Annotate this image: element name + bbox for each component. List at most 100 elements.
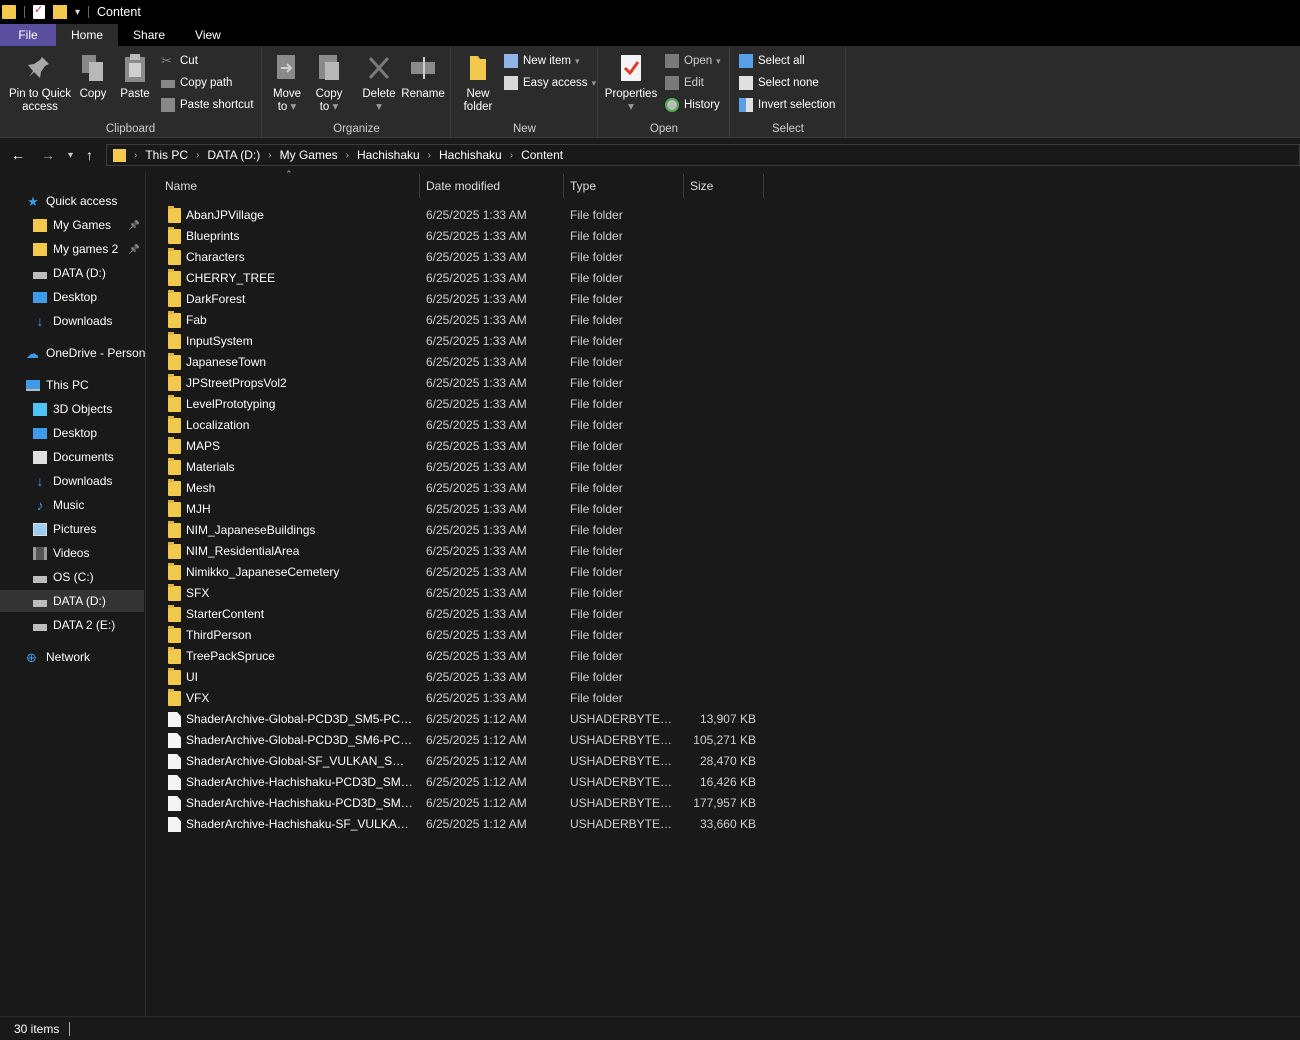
file-row[interactable]: ShaderArchive-Global-SF_VULKAN_SM5-... 6/… [165, 751, 765, 772]
delete-button[interactable]: Delete ▾ [361, 52, 397, 114]
breadcrumb-content[interactable]: Content [521, 148, 563, 162]
recent-locations-chevron-icon[interactable]: ▾ [68, 150, 73, 161]
cut-button[interactable]: ✂ Cut [161, 52, 198, 70]
breadcrumb-hachishaku[interactable]: Hachishaku [357, 148, 420, 162]
pin-to-quick-access-button[interactable]: Pin to Quick access [6, 52, 74, 114]
file-row[interactable]: SFX 6/25/2025 1:33 AM File folder [165, 583, 765, 604]
file-row[interactable]: UI 6/25/2025 1:33 AM File folder [165, 667, 765, 688]
sidebar-item-data-d[interactable]: DATA (D:) [0, 590, 144, 612]
chevron-right-icon[interactable]: › [346, 150, 349, 161]
file-row[interactable]: DarkForest 6/25/2025 1:33 AM File folder [165, 289, 765, 310]
chevron-right-icon[interactable]: › [510, 150, 513, 161]
file-row[interactable]: Localization 6/25/2025 1:33 AM File folder [165, 415, 765, 436]
sidebar-item-pictures[interactable]: Pictures [0, 518, 144, 540]
column-header-name[interactable]: Name ⌃ [165, 169, 417, 200]
move-to-button[interactable]: Move to ▾ [269, 52, 305, 114]
sidebar-item-downloads[interactable]: ↓ Downloads [0, 470, 144, 492]
edit-button[interactable]: Edit [665, 74, 704, 92]
file-row[interactable]: Materials 6/25/2025 1:33 AM File folder [165, 457, 765, 478]
file-row[interactable]: AbanJPVillage 6/25/2025 1:33 AM File folde… [165, 205, 765, 226]
sidebar-item-onedrive-personal[interactable]: ☁ OneDrive - Personal [0, 342, 145, 364]
tab-share[interactable]: Share [118, 24, 180, 46]
chevron-right-icon[interactable]: › [268, 150, 271, 161]
file-row[interactable]: MJH 6/25/2025 1:33 AM File folder [165, 499, 765, 520]
properties-button[interactable]: Properties ▾ [603, 52, 659, 114]
sidebar-item-music[interactable]: ♪ Music [0, 494, 144, 516]
file-row[interactable]: ShaderArchive-Global-PCD3D_SM6-PCD... 6/2… [165, 730, 765, 751]
file-row[interactable]: LevelPrototyping 6/25/2025 1:33 AM File fo… [165, 394, 765, 415]
easy-access-button[interactable]: Easy access ▾ [504, 74, 596, 92]
copy-path-button[interactable]: Copy path [161, 74, 232, 92]
new-folder-button[interactable]: New folder [460, 52, 496, 114]
file-row[interactable]: InputSystem 6/25/2025 1:33 AM File folder [165, 331, 765, 352]
paste-button[interactable]: Paste [116, 52, 154, 101]
copy-to-button[interactable]: Copy to ▾ [311, 52, 347, 114]
sidebar-item-desktop[interactable]: Desktop [0, 286, 144, 308]
history-button[interactable]: History [665, 96, 720, 114]
file-row[interactable]: ShaderArchive-Hachishaku-SF_VULKAN_... 6/… [165, 814, 765, 835]
file-row[interactable]: ShaderArchive-Global-PCD3D_SM5-PCD... 6/2… [165, 709, 765, 730]
rename-button[interactable]: Rename [401, 52, 445, 101]
file-row[interactable]: Nimikko_JapaneseCemetery 6/25/2025 1:33 A… [165, 562, 765, 583]
back-arrow-icon[interactable]: ← [11, 147, 25, 163]
sidebar-item-data-d[interactable]: DATA (D:) [0, 262, 144, 284]
sidebar-item-os-c[interactable]: OS (C:) [0, 566, 144, 588]
file-row[interactable]: ShaderArchive-Hachishaku-PCD3D_SM5... 6/2… [165, 772, 765, 793]
sidebar-item-my-games[interactable]: My Games 📌 [0, 214, 144, 236]
sidebar-item-downloads[interactable]: ↓ Downloads [0, 310, 144, 332]
file-row[interactable]: Blueprints 6/25/2025 1:33 AM File folder [165, 226, 765, 247]
file-row[interactable]: StarterContent 6/25/2025 1:33 AM File fold… [165, 604, 765, 625]
sidebar-item-desktop[interactable]: Desktop [0, 422, 144, 444]
file-row[interactable]: Fab 6/25/2025 1:33 AM File folder [165, 310, 765, 331]
sidebar-item-3d-objects[interactable]: 3D Objects [0, 398, 144, 420]
copy-button[interactable]: Copy [76, 52, 110, 101]
file-row[interactable]: NIM_ResidentialArea 6/25/2025 1:33 AM File… [165, 541, 765, 562]
file-row[interactable]: TreePackSpruce 6/25/2025 1:33 AM File fold… [165, 646, 765, 667]
sidebar-item-network[interactable]: ⊕ Network [0, 646, 144, 668]
file-row[interactable]: JapaneseTown 6/25/2025 1:33 AM File folder [165, 352, 765, 373]
column-header-size[interactable]: Size [690, 172, 760, 200]
sidebar-item-my-games-2[interactable]: My games 2 📌 [0, 238, 144, 260]
invert-selection-button[interactable]: Invert selection [739, 96, 835, 114]
chevron-right-icon[interactable]: › [134, 150, 137, 161]
new-item-button[interactable]: New item ▾ [504, 52, 579, 70]
breadcrumb-data-d[interactable]: DATA (D:) [207, 148, 260, 162]
column-divider[interactable] [763, 174, 764, 198]
file-row[interactable]: ShaderArchive-Hachishaku-PCD3D_SM6... 6/2… [165, 793, 765, 814]
up-arrow-icon[interactable]: ↑ [86, 147, 93, 163]
sidebar-item-this-pc[interactable]: This PC [0, 374, 144, 396]
file-row[interactable]: MAPS 6/25/2025 1:33 AM File folder [165, 436, 765, 457]
chevron-right-icon[interactable]: › [196, 150, 199, 161]
sidebar-item-documents[interactable]: Documents [0, 446, 144, 468]
column-header-date[interactable]: Date modified [426, 172, 566, 200]
file-row[interactable]: NIM_JapaneseBuildings 6/25/2025 1:33 AM Fi… [165, 520, 765, 541]
new-folder-quick-icon[interactable] [53, 5, 67, 19]
customize-toolbar-chevron-icon[interactable]: ▾ [75, 7, 80, 18]
file-row[interactable]: Characters 6/25/2025 1:33 AM File folder [165, 247, 765, 268]
sidebar-item-data-2-e[interactable]: DATA 2 (E:) [0, 614, 144, 636]
open-button[interactable]: Open ▾ [665, 52, 721, 70]
breadcrumb-hachishaku-sub[interactable]: Hachishaku [439, 148, 502, 162]
address-bar[interactable]: › This PC › DATA (D:) › My Games › Hachi… [106, 144, 1300, 166]
sidebar-item-videos[interactable]: Videos [0, 542, 144, 564]
file-row[interactable]: JPStreetPropsVol2 6/25/2025 1:33 AM File f… [165, 373, 765, 394]
file-row[interactable]: ThirdPerson 6/25/2025 1:33 AM File folder [165, 625, 765, 646]
file-row[interactable]: Mesh 6/25/2025 1:33 AM File folder [165, 478, 765, 499]
forward-arrow-icon[interactable]: → [41, 147, 55, 163]
file-row[interactable]: CHERRY_TREE 6/25/2025 1:33 AM File folder [165, 268, 765, 289]
paste-shortcut-button[interactable]: Paste shortcut [161, 96, 254, 114]
file-row[interactable]: VFX 6/25/2025 1:33 AM File folder [165, 688, 765, 709]
column-divider[interactable] [563, 174, 564, 198]
chevron-right-icon[interactable]: › [428, 150, 431, 161]
tab-home[interactable]: Home [56, 24, 119, 46]
tab-view[interactable]: View [180, 24, 236, 46]
breadcrumb-my-games[interactable]: My Games [280, 148, 338, 162]
select-all-button[interactable]: Select all [739, 52, 805, 70]
column-divider[interactable] [683, 174, 684, 198]
sidebar-item-quick-access[interactable]: ★ Quick access [0, 190, 144, 212]
breadcrumb-this-pc[interactable]: This PC [145, 148, 188, 162]
select-none-button[interactable]: Select none [739, 74, 819, 92]
tab-file[interactable]: File [0, 24, 56, 46]
properties-quick-icon[interactable] [33, 3, 45, 19]
column-divider[interactable] [419, 174, 420, 198]
